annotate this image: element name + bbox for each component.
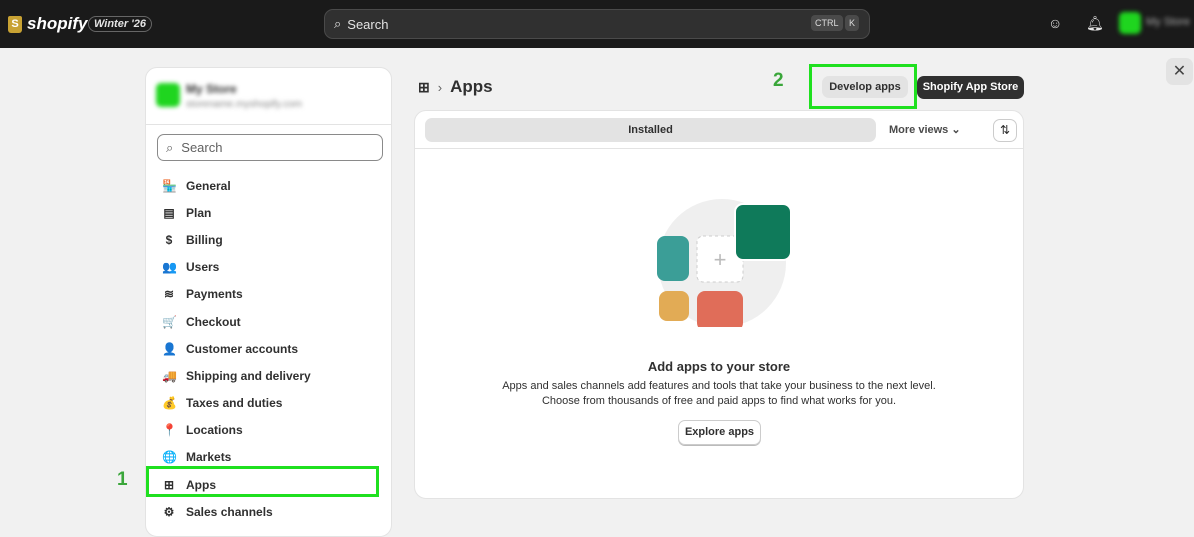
page-title: Apps — [450, 77, 493, 96]
taxes-and-duties-icon: 💰 — [162, 396, 177, 411]
sidebar-item-payments[interactable]: ≋ Payments — [158, 281, 382, 308]
settings-search-input[interactable]: ⌕ Search — [157, 134, 383, 161]
shopify-bag-icon: S — [8, 15, 22, 33]
sidebar-item-label: Checkout — [186, 314, 241, 329]
close-button[interactable]: ✕ — [1166, 58, 1193, 85]
search-icon: ⌕ — [334, 16, 342, 31]
sidebar-item-general[interactable]: 🏪 General — [158, 172, 382, 199]
sort-icon: ⇅ — [999, 123, 1011, 137]
empty-state-title: Add apps to your store — [647, 359, 791, 374]
explore-apps-button[interactable]: Explore apps — [678, 420, 761, 445]
account-avatar[interactable] — [1119, 12, 1141, 34]
bell-icon[interactable]: 🔔︎ — [1086, 15, 1104, 32]
sidebar-item-label: Markets — [186, 450, 232, 465]
chevron-right-icon: › — [437, 79, 443, 95]
checkout-icon: 🛒 — [162, 314, 177, 329]
sidebar-item-label: Sales channels — [186, 504, 273, 519]
apps-card: Installed More views ⌄ ⇅ + Add apps to y… — [414, 110, 1024, 499]
logo-text: shopify — [27, 14, 88, 33]
account-name[interactable]: My Store — [1146, 16, 1190, 28]
top-bar: Sshopify Winter '26 ⌕ Search CTRL K ☺ 🔔︎ … — [0, 0, 1194, 48]
shipping-and-delivery-icon: 🚚 — [162, 368, 177, 383]
sidebar-item-label: Payments — [186, 287, 243, 302]
sidebar-item-label: Billing — [186, 232, 223, 247]
search-icon: ⌕ — [166, 139, 174, 155]
sidebar-item-taxes-and-duties[interactable]: 💰 Taxes and duties — [158, 390, 382, 417]
sidebar-item-label: Shipping and delivery — [186, 368, 311, 383]
sidebar-item-customer-accounts[interactable]: 👤 Customer accounts — [158, 335, 382, 362]
sidebar-item-locations[interactable]: 📍 Locations — [158, 417, 382, 444]
highlight-box-develop — [809, 64, 917, 109]
sidebar-item-label: Locations — [186, 423, 243, 438]
markets-icon: 🌐 — [162, 450, 177, 465]
global-search[interactable]: ⌕ Search CTRL K — [324, 9, 870, 39]
billing-icon: $ — [165, 232, 173, 247]
more-views-label: More views — [889, 124, 949, 136]
customer-accounts-icon: 👤 — [162, 341, 177, 356]
annotation-1: 1 — [117, 469, 128, 490]
users-icon: 👥 — [162, 260, 177, 275]
store-url: storename.myshopify.com — [186, 99, 302, 110]
apps-illustration: + — [657, 199, 792, 327]
more-views-button[interactable]: More views ⌄ — [889, 123, 961, 136]
breadcrumb: ⊞ › Apps — [418, 77, 493, 97]
sidebar-item-checkout[interactable]: 🛒 Checkout — [158, 308, 382, 335]
sidebar-item-label: Customer accounts — [186, 341, 299, 356]
sidebar-item-shipping-and-delivery[interactable]: 🚚 Shipping and delivery — [158, 362, 382, 389]
store-avatar — [156, 83, 180, 107]
sidebar-item-label: Taxes and duties — [186, 396, 283, 411]
sidekick-icon[interactable]: ☺ — [1048, 15, 1062, 31]
sidebar-item-plan[interactable]: ▤ Plan — [158, 199, 382, 226]
kbd-ctrl: CTRL — [811, 15, 843, 31]
highlight-box-apps — [146, 466, 379, 497]
sidebar-item-sales-channels[interactable]: ⚙ Sales channels — [158, 498, 382, 525]
sidebar-item-users[interactable]: 👥 Users — [158, 254, 382, 281]
sidebar-item-billing[interactable]: $ Billing — [158, 226, 382, 253]
search-placeholder: Search — [347, 16, 389, 32]
sales-channels-icon: ⚙ — [163, 504, 175, 519]
sidebar-item-label: Users — [186, 260, 220, 275]
sidebar-item-label: Plan — [186, 205, 212, 220]
locations-icon: 📍 — [162, 423, 177, 438]
annotation-2: 2 — [773, 70, 784, 91]
shopify-logo[interactable]: Sshopify — [8, 14, 87, 34]
kbd-k: K — [845, 15, 860, 31]
sidebar-item-label: General — [186, 178, 231, 193]
sort-button[interactable]: ⇅ — [993, 119, 1017, 142]
chevron-down-icon: ⌄ — [951, 124, 961, 136]
app-store-button[interactable]: Shopify App Store — [917, 76, 1024, 99]
tab-installed[interactable]: Installed — [425, 118, 876, 142]
empty-state-text-1: Apps and sales channels add features and… — [502, 380, 936, 392]
svg-text:+: + — [714, 247, 727, 272]
empty-state-text-2: Choose from thousands of free and paid a… — [541, 395, 897, 407]
store-name: My Store — [186, 82, 237, 96]
store-header[interactable]: My Store storename.myshopify.com — [146, 68, 391, 125]
version-badge: Winter '26 — [88, 16, 153, 32]
payments-icon: ≋ — [163, 287, 175, 302]
apps-icon[interactable]: ⊞ — [418, 79, 430, 96]
general-icon: 🏪 — [162, 178, 177, 193]
plan-icon: ▤ — [163, 205, 175, 220]
search-placeholder: Search — [181, 140, 223, 155]
